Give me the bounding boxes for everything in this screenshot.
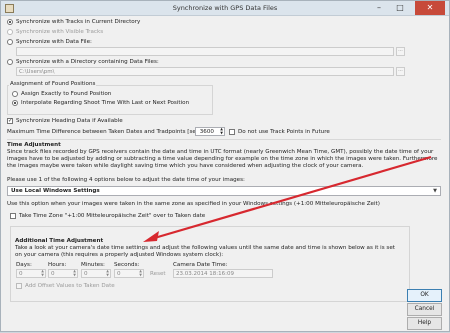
- days-stepper[interactable]: 0 ▲ ▼: [16, 269, 46, 278]
- offset-checkbox[interactable]: Add Offset Values to Taken Date: [16, 283, 115, 289]
- data-file-input[interactable]: [16, 47, 394, 56]
- directory-input[interactable]: C:\Users\pm\: [16, 67, 394, 76]
- seconds-label: Seconds:: [114, 262, 140, 268]
- radio-label: Interpolate Regarding Shoot Time With La…: [21, 100, 190, 106]
- radio-selected-icon: [12, 100, 18, 106]
- spin-down-icon[interactable]: ▼: [41, 273, 44, 277]
- radio-icon: [7, 29, 13, 35]
- future-checkbox[interactable]: Do not use Track Points in Future: [229, 129, 330, 135]
- radio-label: Synchronize with a Directory containing …: [16, 59, 159, 65]
- radio-icon: [7, 59, 13, 65]
- check-icon: [16, 283, 22, 289]
- radio-tracks-current-dir[interactable]: Synchronize with Tracks in Current Direc…: [7, 19, 140, 25]
- checkbox-label: Synchronize Heading Data if Available: [16, 118, 123, 124]
- check-icon: [229, 129, 235, 135]
- spin-down-icon[interactable]: ▼: [73, 273, 76, 277]
- adjust-option-note: Use this option when your images were ta…: [7, 201, 380, 207]
- minimize-button[interactable]: –: [370, 1, 388, 15]
- radio-label: Assign Exactly to Found Position: [21, 91, 112, 97]
- ok-button[interactable]: OK: [407, 289, 442, 302]
- title-bar: Synchronize with GPS Data Files – □ ✕: [1, 1, 449, 16]
- time-adjust-description: Since track files recorded by GPS receiv…: [7, 149, 438, 169]
- radio-label: Synchronize with Tracks in Current Direc…: [16, 19, 141, 25]
- help-button[interactable]: Help: [407, 317, 442, 330]
- time-adjust-instruction: Please use 1 of the following 4 options …: [7, 177, 245, 183]
- hours-value: 0: [51, 271, 55, 277]
- radio-data-file[interactable]: Synchronize with Data File:: [7, 39, 92, 45]
- radio-interpolate[interactable]: Interpolate Regarding Shoot Time With La…: [12, 100, 189, 106]
- seconds-value: 0: [117, 271, 121, 277]
- camera-datetime-field: 23.03.2014 18:16:09: [173, 269, 273, 278]
- adjust-option-select[interactable]: Use Local Windows Settings ▼: [7, 186, 441, 196]
- max-diff-label-row: Maximum Time Difference between Taken Da…: [7, 129, 216, 135]
- max-diff-value: 3600: [199, 129, 214, 135]
- dialog-window: Synchronize with GPS Data Files – □ ✕ Sy…: [0, 0, 450, 332]
- adjust-option-value: Use Local Windows Settings: [11, 188, 100, 194]
- spin-down-icon[interactable]: ▼: [139, 273, 142, 277]
- radio-label: Synchronize with Visible Tracks: [16, 29, 104, 35]
- chevron-down-icon: ▼: [433, 188, 437, 194]
- days-value: 0: [19, 271, 23, 277]
- radio-selected-icon: [7, 19, 13, 25]
- radio-visible-tracks[interactable]: Synchronize with Visible Tracks: [7, 29, 103, 35]
- radio-label: Synchronize with Data File:: [16, 39, 92, 45]
- maximize-button[interactable]: □: [391, 1, 409, 15]
- directory-browse-button[interactable]: ...: [396, 67, 405, 76]
- radio-directory[interactable]: Synchronize with a Directory containing …: [7, 59, 159, 65]
- hours-label: Hours:: [48, 262, 67, 268]
- radio-icon: [7, 39, 13, 45]
- check-icon: [10, 213, 16, 219]
- data-file-browse-button[interactable]: ...: [396, 47, 405, 56]
- additional-heading: Additional Time Adjustment: [15, 238, 104, 244]
- heading-checkbox[interactable]: ✓ Synchronize Heading Data if Available: [7, 118, 123, 124]
- checkbox-label: Do not use Track Points in Future: [238, 129, 330, 135]
- close-button[interactable]: ✕: [415, 1, 445, 15]
- max-diff-label: Maximum Time Difference between Taken Da…: [7, 129, 217, 135]
- assignment-group-title: Assignment of Found Positions: [9, 81, 97, 87]
- seconds-stepper[interactable]: 0 ▲ ▼: [114, 269, 144, 278]
- minutes-stepper[interactable]: 0 ▲ ▼: [81, 269, 111, 278]
- checkbox-label: Add Offset Values to Taken Date: [25, 283, 115, 289]
- cancel-button[interactable]: Cancel: [407, 303, 442, 316]
- spin-down-icon[interactable]: ▼: [106, 273, 109, 277]
- reset-button[interactable]: Reset: [150, 271, 166, 277]
- timezone-checkbox[interactable]: Take Time Zone "+1:00 Mitteleuropäische …: [10, 213, 205, 219]
- max-diff-stepper[interactable]: 3600 ▲ ▼: [195, 127, 225, 136]
- additional-description: Take a look at your camera's date time s…: [15, 245, 395, 258]
- camera-datetime-label: Camera Date Time:: [173, 262, 228, 268]
- hours-stepper[interactable]: 0 ▲ ▼: [48, 269, 78, 278]
- spin-down-icon[interactable]: ▼: [220, 131, 223, 135]
- minutes-value: 0: [84, 271, 88, 277]
- divider: [7, 139, 441, 140]
- time-adjust-heading: Time Adjustment: [7, 142, 61, 148]
- radio-assign-exactly[interactable]: Assign Exactly to Found Position: [12, 91, 111, 97]
- radio-icon: [12, 91, 18, 97]
- minutes-label: Minutes:: [81, 262, 105, 268]
- days-label: Days:: [16, 262, 32, 268]
- check-icon: ✓: [7, 118, 13, 124]
- checkbox-label: Take Time Zone "+1:00 Mitteleuropäische …: [19, 213, 206, 219]
